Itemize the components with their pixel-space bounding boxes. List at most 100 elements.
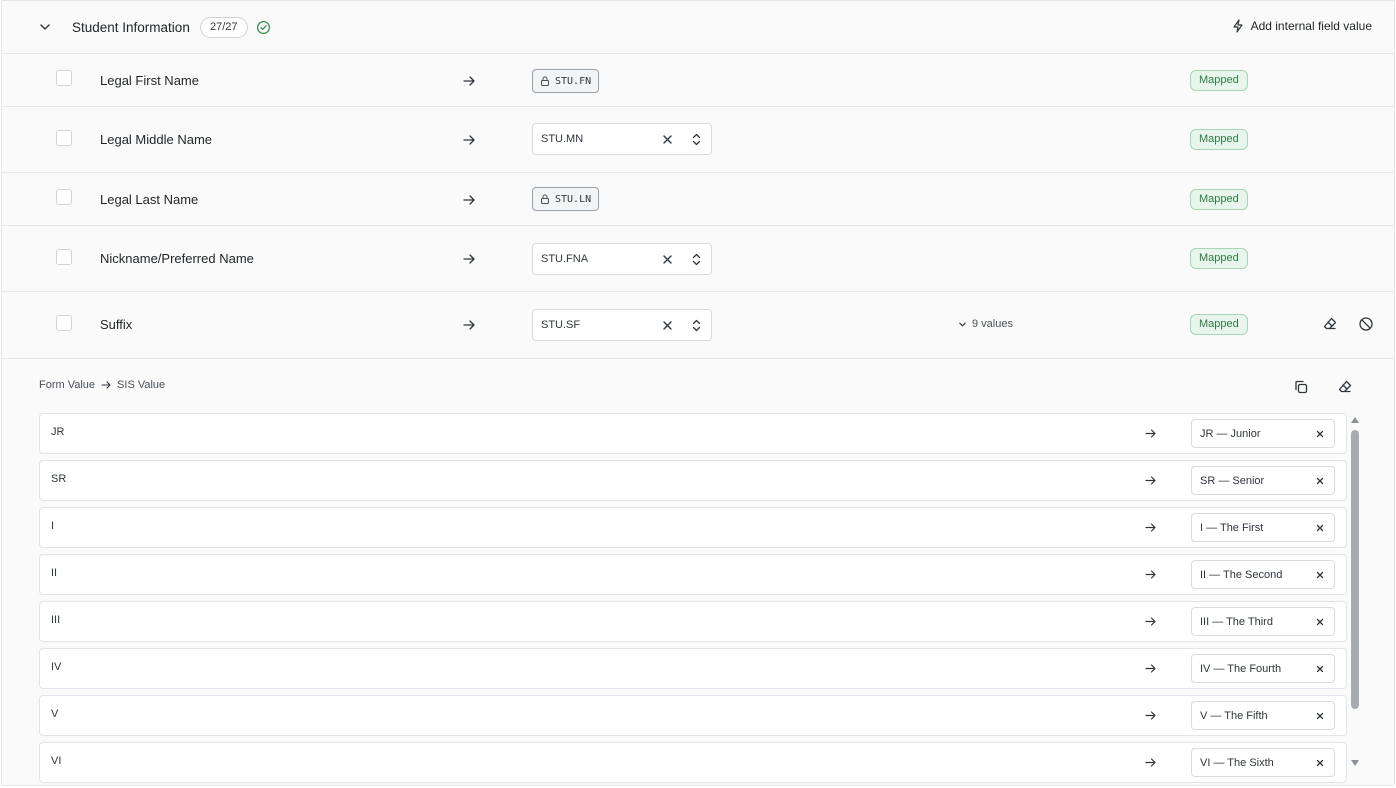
field-row: Legal Last Name STU.LN Mapped <box>2 173 1394 226</box>
value-row: III III — The Third <box>39 601 1347 642</box>
mapping-value: STU.MN <box>541 133 584 145</box>
sis-value-label: SIS Value <box>117 379 166 391</box>
status-badge: Mapped <box>1190 70 1248 91</box>
value-row: I I — The First <box>39 507 1347 548</box>
field-label: Suffix <box>100 317 133 332</box>
ban-icon[interactable] <box>1358 316 1374 332</box>
close-icon[interactable] <box>1315 570 1325 580</box>
close-icon[interactable] <box>1315 617 1325 627</box>
arrow-right-icon <box>1145 664 1156 673</box>
form-value: III <box>51 614 61 626</box>
close-icon[interactable] <box>1315 523 1325 533</box>
close-icon[interactable] <box>661 319 674 332</box>
locked-mapping-chip: STU.FN <box>532 69 600 93</box>
row-checkbox[interactable] <box>56 70 72 86</box>
sis-value: V — The Fifth <box>1200 710 1268 722</box>
values-toggle[interactable]: 9 values <box>958 318 1013 330</box>
field-row: Legal First Name STU.FN Mapped <box>2 54 1394 107</box>
sis-value-chip[interactable]: II — The Second <box>1191 560 1335 589</box>
student-information-section: Student Information 27/27 Add internal f… <box>1 0 1395 786</box>
check-circle-icon <box>256 20 271 35</box>
sis-value-chip[interactable]: I — The First <box>1191 513 1335 542</box>
arrow-right-icon <box>463 76 475 86</box>
count-badge: 27/27 <box>200 17 248 38</box>
eraser-icon[interactable] <box>1337 379 1353 395</box>
status-badge: Mapped <box>1190 314 1248 335</box>
sis-value: IV — The Fourth <box>1200 663 1282 675</box>
form-value-label: Form Value <box>39 379 96 391</box>
arrow-right-icon <box>463 320 475 330</box>
form-value: V <box>51 708 59 720</box>
mapping-select[interactable]: STU.SF <box>532 309 712 341</box>
form-value: SR <box>51 473 67 485</box>
sis-value-chip[interactable]: IV — The Fourth <box>1191 654 1335 683</box>
close-icon[interactable] <box>1315 476 1325 486</box>
close-icon[interactable] <box>1315 429 1325 439</box>
sis-value-chip[interactable]: JR — Junior <box>1191 419 1335 448</box>
section-header: Student Information 27/27 Add internal f… <box>2 1 1394 54</box>
sis-value: SR — Senior <box>1200 475 1265 487</box>
arrow-right-icon <box>1145 570 1156 579</box>
copy-icon[interactable] <box>1293 379 1309 395</box>
row-checkbox[interactable] <box>56 130 72 146</box>
arrow-right-icon <box>1145 758 1156 767</box>
scrollbar[interactable] <box>1350 417 1360 775</box>
chevron-down-icon[interactable] <box>38 20 52 34</box>
form-value: IV <box>51 661 62 673</box>
status-badge: Mapped <box>1190 129 1248 150</box>
value-row: VI VI — The Sixth <box>39 742 1347 783</box>
close-icon[interactable] <box>661 253 674 266</box>
close-icon[interactable] <box>1315 711 1325 721</box>
value-panel-header: Form Value SIS Value <box>39 379 165 391</box>
arrow-right-icon <box>463 195 475 205</box>
mapping-select[interactable]: STU.FNA <box>532 243 712 275</box>
sis-value: JR — Junior <box>1200 428 1261 440</box>
scroll-up-arrow[interactable] <box>1351 417 1359 423</box>
sis-value-chip[interactable]: III — The Third <box>1191 607 1335 636</box>
sis-value: I — The First <box>1200 522 1264 534</box>
status-badge: Mapped <box>1190 189 1248 210</box>
arrow-right-icon <box>463 135 475 145</box>
field-label: Nickname/Preferred Name <box>100 251 254 266</box>
status-badge: Mapped <box>1190 248 1248 269</box>
value-row: IV IV — The Fourth <box>39 648 1347 689</box>
eraser-icon[interactable] <box>1322 316 1338 332</box>
scroll-down-arrow[interactable] <box>1351 760 1359 766</box>
chevron-down-icon <box>959 322 966 326</box>
form-value: JR <box>51 426 65 438</box>
sis-value-chip[interactable]: SR — Senior <box>1191 466 1335 495</box>
close-icon[interactable] <box>1315 664 1325 674</box>
arrow-right-icon <box>101 381 111 389</box>
sis-value-chip[interactable]: V — The Fifth <box>1191 701 1335 730</box>
arrow-right-icon <box>1145 476 1156 485</box>
form-value: II <box>51 567 58 579</box>
add-internal-field-value-button[interactable]: Add internal field value <box>1231 19 1372 33</box>
row-checkbox[interactable] <box>56 189 72 205</box>
lightning-icon <box>1232 19 1243 33</box>
arrow-right-icon <box>463 254 475 264</box>
field-row: Legal Middle Name STU.MN Mapped <box>2 107 1394 173</box>
chevron-up-down-icon[interactable] <box>690 318 703 333</box>
sis-value-chip[interactable]: VI — The Sixth <box>1191 748 1335 777</box>
section-title: Student Information <box>72 20 190 35</box>
arrow-right-icon <box>1145 429 1156 438</box>
form-value: VI <box>51 755 62 767</box>
chevron-up-down-icon[interactable] <box>690 252 703 267</box>
mapping-value: STU.FNA <box>541 253 589 265</box>
mapping-select[interactable]: STU.MN <box>532 123 712 155</box>
mapping-code: STU.LN <box>555 193 592 205</box>
lock-icon <box>541 76 549 86</box>
row-checkbox[interactable] <box>56 249 72 265</box>
sis-value: III — The Third <box>1200 616 1273 628</box>
scrollbar-thumb[interactable] <box>1351 430 1359 709</box>
row-checkbox[interactable] <box>56 315 72 331</box>
arrow-right-icon <box>1145 523 1156 532</box>
value-mapping-panel: Form Value SIS Value JR JR — Junior SR S… <box>2 359 1394 785</box>
value-row: V V — The Fifth <box>39 695 1347 736</box>
chevron-up-down-icon[interactable] <box>690 132 703 147</box>
close-icon[interactable] <box>1315 758 1325 768</box>
value-row: SR SR — Senior <box>39 460 1347 501</box>
lock-icon <box>541 194 549 204</box>
field-label: Legal Last Name <box>100 192 199 207</box>
close-icon[interactable] <box>661 133 674 146</box>
